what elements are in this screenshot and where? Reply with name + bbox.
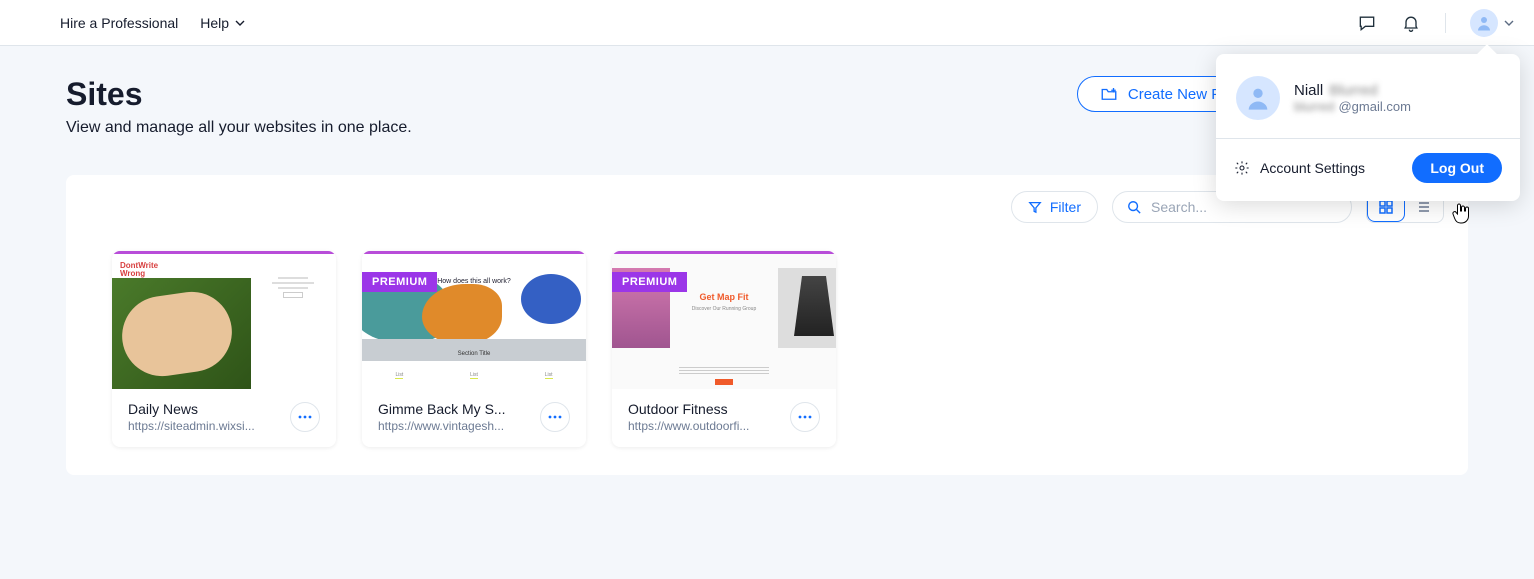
chevron-down-icon <box>235 20 245 26</box>
avatar-icon <box>1236 76 1280 120</box>
folder-plus-icon <box>1100 86 1118 102</box>
site-thumbnail: DontWriteWrong <box>112 251 336 389</box>
list-icon <box>1416 199 1432 215</box>
site-more-button[interactable] <box>540 402 570 432</box>
site-url: https://www.vintagesh... <box>378 419 532 433</box>
avatar-icon <box>1470 9 1498 37</box>
chat-icon[interactable] <box>1357 13 1377 33</box>
site-card[interactable]: PREMIUM Get Map Fit Discover Our Running… <box>612 251 836 447</box>
logout-button[interactable]: Log Out <box>1412 153 1502 183</box>
top-nav: Hire a Professional Help <box>0 0 1534 46</box>
divider <box>1445 13 1446 33</box>
page-subtitle: View and manage all your websites in one… <box>66 119 412 137</box>
account-settings-link[interactable]: Account Settings <box>1234 160 1365 176</box>
chevron-down-icon <box>1504 20 1514 26</box>
site-url: https://www.outdoorfi... <box>628 419 782 433</box>
site-thumbnail: PREMIUM How does this all work? Section … <box>362 251 586 389</box>
filter-label: Filter <box>1050 199 1081 215</box>
filter-button[interactable]: Filter <box>1011 191 1098 223</box>
nav-hire-label: Hire a Professional <box>60 15 178 31</box>
more-horizontal-icon <box>798 415 812 419</box>
site-card[interactable]: PREMIUM How does this all work? Section … <box>362 251 586 447</box>
nav-help-label: Help <box>200 15 229 31</box>
premium-badge: PREMIUM <box>362 272 437 292</box>
nav-help[interactable]: Help <box>200 15 245 31</box>
site-more-button[interactable] <box>290 402 320 432</box>
site-thumbnail: PREMIUM Get Map Fit Discover Our Running… <box>612 251 836 389</box>
account-name: Niall Blurred <box>1294 82 1411 99</box>
site-url: https://siteadmin.wixsi... <box>128 419 282 433</box>
bell-icon[interactable] <box>1401 13 1421 33</box>
site-title: Gimme Back My S... <box>378 401 532 417</box>
sites-panel: Filter DontWriteWrong <box>66 175 1468 475</box>
premium-badge: PREMIUM <box>612 272 687 292</box>
filter-icon <box>1028 200 1042 214</box>
site-card[interactable]: DontWriteWrong Daily News https://sitead… <box>112 251 336 447</box>
account-popover: Niall Blurred blurred@gmail.com Account … <box>1216 54 1520 201</box>
account-menu-trigger[interactable] <box>1470 9 1514 37</box>
account-email: blurred@gmail.com <box>1294 99 1411 114</box>
search-icon <box>1127 200 1141 214</box>
more-horizontal-icon <box>298 415 312 419</box>
site-more-button[interactable] <box>790 402 820 432</box>
account-settings-label: Account Settings <box>1260 160 1365 176</box>
site-title: Daily News <box>128 401 282 417</box>
site-title: Outdoor Fitness <box>628 401 782 417</box>
grid-icon <box>1378 199 1394 215</box>
page-title: Sites <box>66 76 412 113</box>
logout-label: Log Out <box>1430 160 1484 176</box>
nav-hire-professional[interactable]: Hire a Professional <box>60 15 178 31</box>
more-horizontal-icon <box>548 415 562 419</box>
gear-icon <box>1234 160 1250 176</box>
